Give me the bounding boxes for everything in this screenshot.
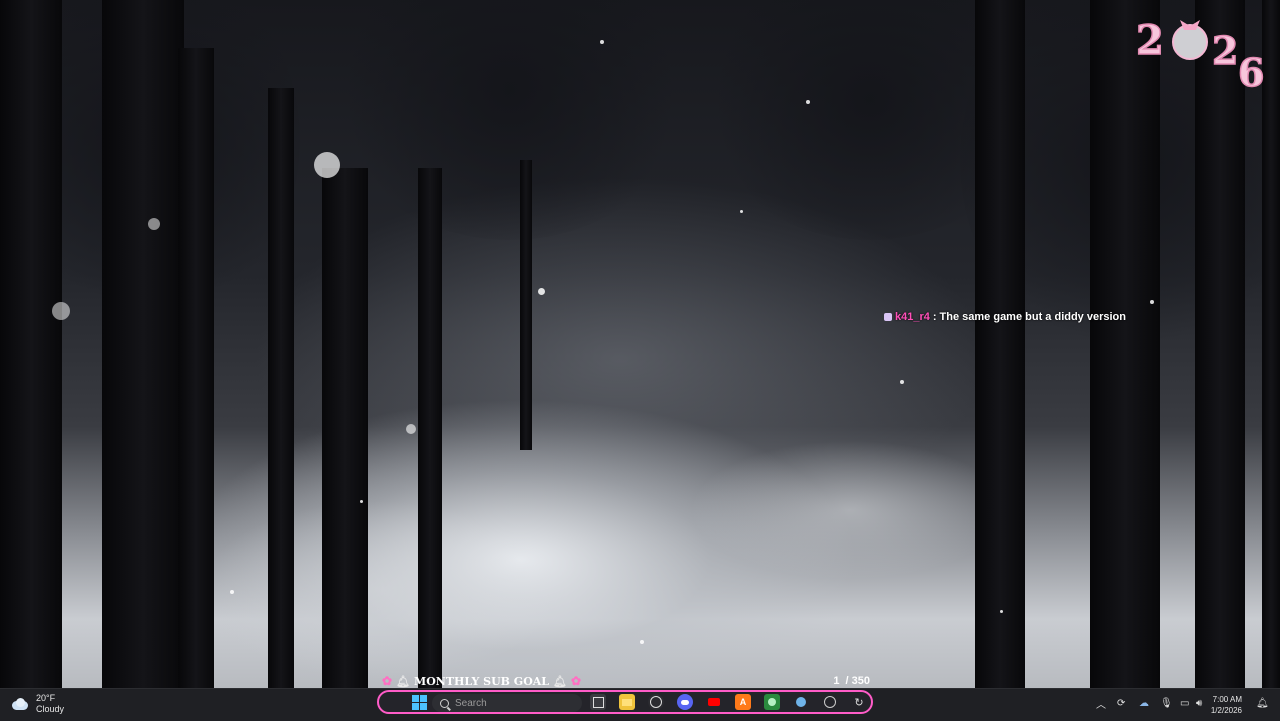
snowflake [538, 288, 545, 295]
refresh-button[interactable]: ↻ [851, 694, 867, 710]
tree-trunk [268, 88, 294, 688]
xbox-button[interactable] [764, 694, 780, 710]
snowflake [740, 210, 743, 213]
volume-icon: 🔊︎ [1196, 697, 1203, 709]
chat-text: The same game but a diddy version [939, 311, 1126, 323]
snowflake [900, 380, 904, 384]
onedrive-icon: ☁ [1139, 697, 1149, 709]
tree-trunk [418, 168, 442, 688]
youtube-icon [708, 698, 720, 706]
obs-icon [650, 696, 662, 708]
clock[interactable]: 7:00 AM 1/2/2026 [1206, 694, 1242, 716]
snow-drift [200, 500, 560, 680]
steam-icon [796, 697, 806, 707]
taskbar: 20°F Cloudy Search A ↻ ︿ ⟳ ☁ 🎙︎ ▭ 🔊︎ 7:0… [0, 688, 1280, 721]
snowflake [1000, 610, 1003, 613]
browser-icon [824, 696, 836, 708]
search-placeholder: Search [455, 697, 487, 709]
desktop-wallpaper [0, 0, 1280, 688]
onedrive-tray-button[interactable]: ☁ [1139, 695, 1149, 711]
snowflake [600, 40, 604, 44]
snowflake [640, 640, 644, 644]
year-badge-graphic: 2 2 6 [1135, 16, 1265, 96]
snowflake [148, 218, 160, 230]
snowflake [806, 100, 810, 104]
tree-trunk [975, 0, 1025, 688]
year-digit: 2 [1136, 17, 1164, 64]
sub-goal-label: MONTHLY SUB GOAL [414, 674, 550, 688]
weather-temperature: 20°F [36, 693, 56, 703]
year-digit: 6 [1238, 50, 1264, 92]
xbox-icon [768, 698, 776, 706]
flower-icon: ✿ [382, 674, 393, 688]
tree-trunk [102, 0, 184, 688]
cloud-icon [10, 698, 30, 710]
discord-button[interactable] [677, 694, 693, 710]
steam-button[interactable] [793, 694, 809, 710]
game-button[interactable]: A [735, 694, 751, 710]
clock-date: 1/2/2026 [1210, 706, 1242, 715]
task-view-icon [592, 696, 604, 708]
browser-button[interactable] [822, 694, 838, 710]
weather-widget[interactable]: 20°F Cloudy [10, 693, 64, 715]
snow-drift [690, 440, 1010, 580]
sub-goal-current: 1 [833, 675, 840, 687]
folder-icon [622, 698, 632, 706]
tree-trunk [520, 160, 532, 450]
sync-icon: ⟳ [1117, 697, 1126, 709]
snowflake [52, 302, 70, 320]
tree-trunk [178, 48, 214, 688]
tree-trunk [1262, 0, 1280, 688]
refresh-icon: ↻ [854, 696, 864, 709]
chat-separator: : [932, 311, 937, 323]
show-hidden-icons-button[interactable]: ︿ [1096, 695, 1106, 711]
chat-username: k41_r4 [895, 311, 930, 323]
volume-tray-button[interactable]: 🔊︎ [1196, 695, 1202, 711]
year-badge: 2 2 6 [1132, 6, 1272, 96]
tree-trunk [1090, 0, 1160, 688]
tree-trunk [322, 168, 368, 688]
ornament-icon [1172, 24, 1208, 60]
game-icon: A [739, 697, 747, 707]
year-digit: 2 [1212, 28, 1238, 73]
snowflake [1150, 300, 1154, 304]
chevron-up-icon: ︿ [1096, 699, 1106, 711]
display-icon: ▭ [1180, 697, 1190, 709]
start-button[interactable] [411, 694, 427, 710]
task-view-button[interactable] [590, 694, 606, 710]
search-icon [440, 698, 449, 708]
bell-icon: 🔔︎ [396, 674, 411, 688]
snowflake [230, 590, 234, 594]
network-tray-button[interactable]: ▭ [1180, 695, 1189, 711]
chat-message: k41_r4 : The same game but a diddy versi… [884, 311, 1126, 323]
snowflake [314, 152, 340, 178]
bell-icon: 🔔︎ [1256, 697, 1269, 709]
sync-tray-button[interactable]: ⟳ [1117, 695, 1125, 711]
clock-time: 7:00 AM [1212, 695, 1242, 704]
sub-goal-target: / 350 [845, 675, 870, 687]
mic-icon: 🎙︎ [1160, 697, 1173, 709]
flower-icon: ✿ [571, 674, 582, 688]
subscriber-badge-icon [884, 313, 892, 321]
tree-trunk [0, 0, 62, 688]
discord-icon [681, 699, 689, 705]
file-explorer-button[interactable] [619, 694, 635, 710]
weather-condition: Cloudy [36, 704, 65, 714]
tree-canopy [330, 0, 690, 240]
sub-goal-bar: ✿ 🔔︎ MONTHLY SUB GOAL 🔔︎ ✿ 1 / 350 [382, 673, 870, 689]
bell-icon: 🔔︎ [553, 674, 568, 688]
notifications-button[interactable]: 🔔︎ [1256, 695, 1269, 711]
mic-tray-button[interactable]: 🎙︎ [1160, 695, 1173, 711]
tree-trunk [1195, 0, 1245, 688]
snowflake [406, 424, 416, 434]
youtube-button[interactable] [706, 694, 722, 710]
snowflake [360, 500, 363, 503]
obs-button[interactable] [648, 694, 664, 710]
search-box[interactable]: Search [432, 694, 582, 712]
windows-icon [411, 694, 427, 710]
